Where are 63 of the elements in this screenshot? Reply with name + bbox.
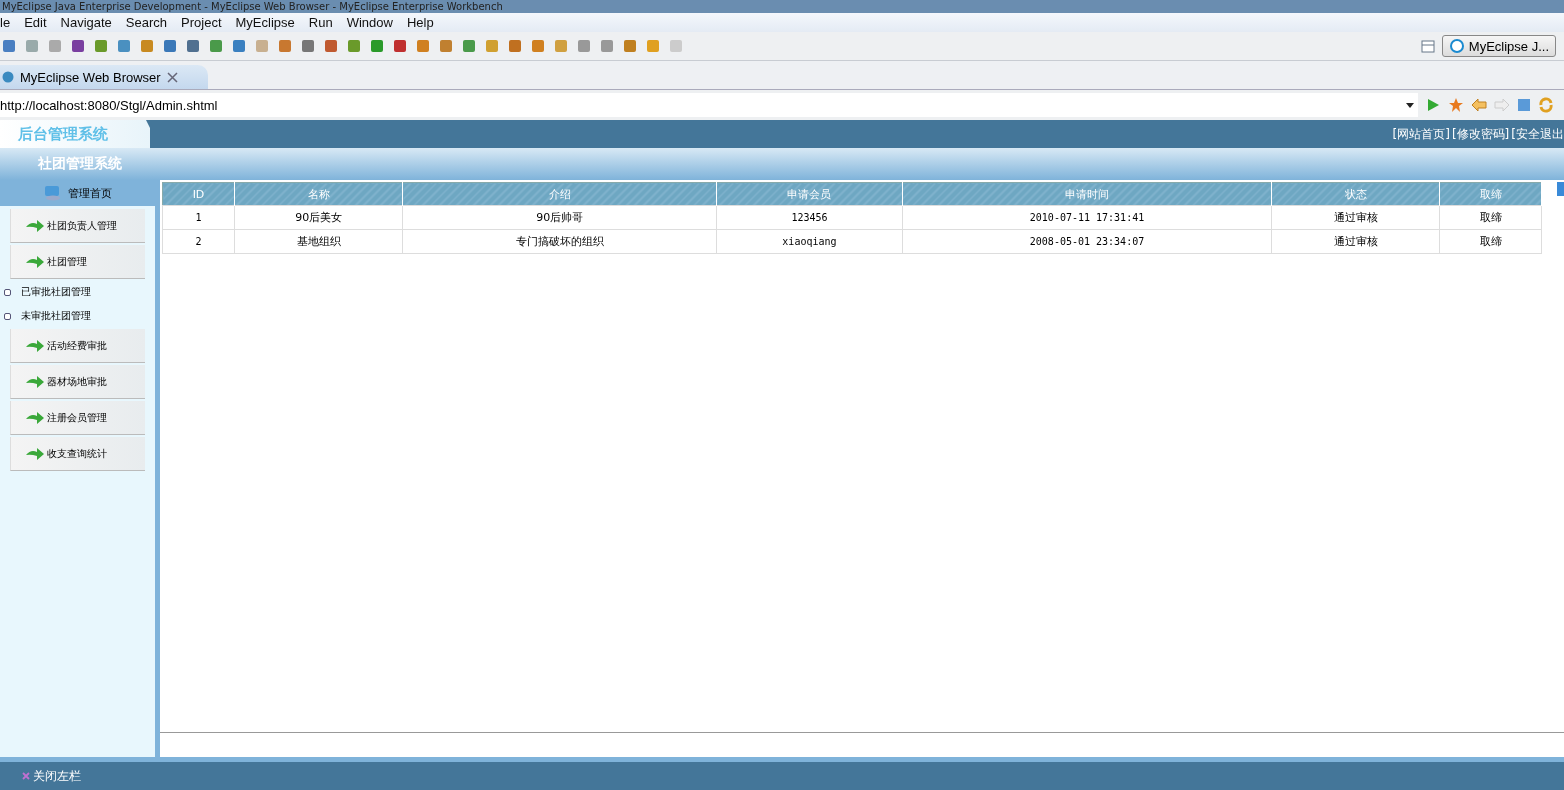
menu-item[interactable]: Edit [24, 15, 47, 30]
menu-item[interactable]: Run [308, 15, 333, 30]
menu-item[interactable]: le [0, 15, 11, 30]
table-cell: 基地组织 [296, 235, 341, 248]
column-header: ID [162, 182, 235, 206]
scrollbar[interactable] [1557, 182, 1564, 196]
address-field[interactable]: http://localhost:8080/Stgl/Admin.shtml [0, 93, 1418, 117]
home-link[interactable]: 管理首页 [67, 185, 112, 201]
header-link[interactable]: [安全退出 [1511, 125, 1564, 143]
arrow-icon [25, 254, 45, 269]
arrow-icon [25, 338, 45, 353]
column-header: 取缔 [1440, 182, 1542, 206]
open-perspective-icon[interactable] [1420, 38, 1437, 54]
table-cell: 2 [195, 236, 202, 247]
perspective-button[interactable]: MyEclipse J... [1441, 35, 1556, 57]
table-cell: 1 [195, 212, 202, 223]
header-link[interactable]: [修改密码] [1451, 125, 1510, 143]
menu-item[interactable]: Help [406, 15, 434, 30]
menu-item[interactable]: Navigate [60, 15, 112, 30]
editor-tab[interactable]: MyEclipse Web Browser [0, 65, 208, 89]
table-cell: 90后美女 [295, 211, 343, 224]
system-title: 社团管理系统 [37, 155, 122, 173]
sidebar-item[interactable]: 社团管理 [10, 245, 145, 279]
arrow-icon [25, 410, 45, 425]
sidebar-subitem[interactable]: 未审批社团管理 [4, 304, 145, 328]
table-cell: 123456 [791, 212, 828, 223]
close-icon[interactable] [166, 71, 178, 83]
table-cell: 90后帅哥 [536, 211, 584, 224]
menu-item[interactable]: Project [181, 15, 222, 30]
table-cell: 专门搞破坏的组织 [515, 235, 604, 248]
column-header: 名称 [234, 182, 403, 206]
sidebar-item[interactable]: 器材场地审批 [10, 365, 145, 399]
ban-link[interactable]: 取缔 [1479, 235, 1502, 248]
table-cell: xiaoqiang [782, 236, 837, 247]
square-bullet-icon [4, 288, 11, 296]
table-cell: 通过审核 [1333, 235, 1378, 248]
menu-item[interactable]: Search [125, 15, 168, 30]
square-bullet-icon [4, 312, 11, 320]
sidebar-item[interactable]: 社团负责人管理 [10, 209, 145, 243]
table-cell: 2010-07-11 17:31:41 [1029, 212, 1145, 223]
close-sidebar-link[interactable]: 关闭左栏 [33, 767, 81, 785]
column-header: 申请时间 [902, 182, 1272, 206]
ban-link[interactable]: 取缔 [1479, 211, 1502, 224]
header-link[interactable]: [网站首页] [1392, 125, 1450, 143]
window-title: MyEclipse Java Enterprise Development - MyEclipse Web Browser - MyEclipse Enterprise Workbench [1, 0, 503, 13]
column-header: 申请会员 [716, 182, 903, 206]
arrow-icon [25, 446, 45, 461]
sidebar-subitem[interactable]: 已审批社团管理 [4, 280, 145, 304]
arrow-icon [25, 374, 45, 389]
arrow-icon [25, 218, 45, 233]
column-header: 状态 [1271, 182, 1440, 206]
menu-item[interactable]: Window [346, 15, 393, 30]
table-cell: 通过审核 [1333, 211, 1378, 224]
stop-icon[interactable] [1517, 98, 1531, 112]
computer-icon [43, 185, 62, 201]
sidebar-item[interactable]: 注册会员管理 [10, 401, 145, 435]
sidebar-item[interactable]: 收支查询统计 [10, 437, 145, 471]
dropdown-icon[interactable] [1406, 102, 1414, 108]
menu-item[interactable]: MyEclipse [235, 15, 295, 30]
logo-text: 后台管理系统 [0, 120, 150, 148]
table-cell: 2008-05-01 23:34:07 [1029, 236, 1145, 247]
sidebar-item[interactable]: 活动经费审批 [10, 329, 145, 363]
column-header: 介绍 [402, 182, 717, 206]
